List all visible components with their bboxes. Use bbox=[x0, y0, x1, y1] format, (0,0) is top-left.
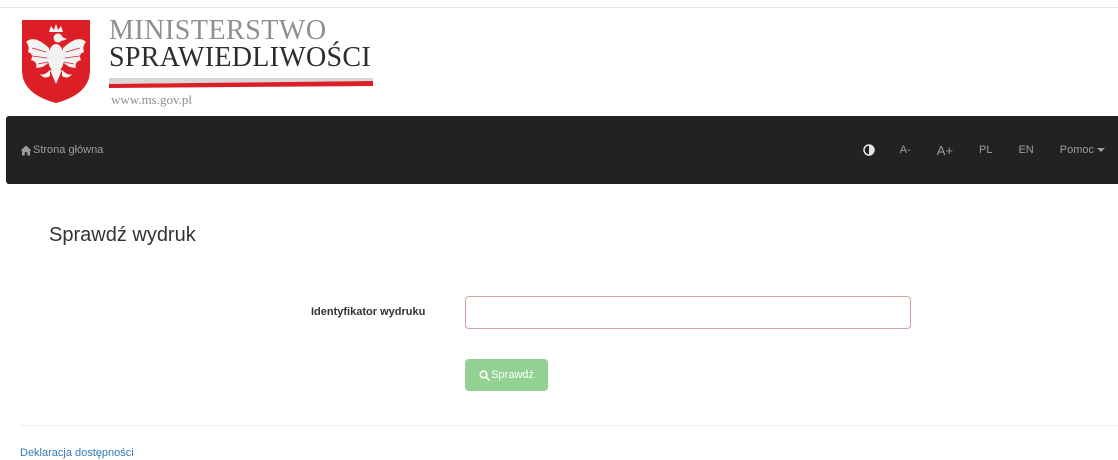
check-button[interactable]: Sprawdź bbox=[465, 359, 548, 391]
page: MINISTERSTWO SPRAWIEDLIWOŚCI www.ms.gov.… bbox=[0, 0, 1118, 460]
logo-url: www.ms.gov.pl bbox=[111, 92, 193, 107]
lang-en-button[interactable]: EN bbox=[1005, 116, 1046, 184]
ministry-logo[interactable]: MINISTERSTWO SPRAWIEDLIWOŚCI www.ms.gov.… bbox=[20, 14, 400, 110]
page-title: Sprawdź wydruk bbox=[49, 224, 196, 246]
font-larger-button[interactable]: A+ bbox=[924, 116, 966, 184]
top-divider bbox=[0, 7, 1118, 8]
flag-stripe-decoration bbox=[109, 78, 373, 88]
caret-down-icon bbox=[1097, 148, 1105, 152]
accessibility-declaration-link[interactable]: Deklaracja dostępności bbox=[20, 447, 134, 459]
nav-home-label: Strona główna bbox=[33, 144, 104, 156]
font-smaller-button[interactable]: A- bbox=[887, 116, 924, 184]
help-dropdown-label: Pomoc bbox=[1059, 144, 1094, 156]
help-dropdown[interactable]: Pomoc bbox=[1047, 116, 1118, 184]
main-navbar: Strona główna A- A+ PL EN Pomoc bbox=[6, 116, 1118, 184]
home-icon bbox=[20, 145, 32, 155]
nav-home-link[interactable]: Strona główna bbox=[20, 116, 103, 184]
print-id-label: Identyfikator wydruku bbox=[311, 306, 426, 318]
polish-eagle-crest-icon bbox=[22, 20, 90, 103]
print-id-input[interactable] bbox=[465, 296, 911, 329]
logo-title-line2: SPRAWIEDLIWOŚCI bbox=[109, 42, 372, 73]
check-button-label: Sprawdź bbox=[491, 369, 534, 381]
contrast-icon bbox=[862, 144, 875, 156]
footer-divider bbox=[20, 425, 1118, 426]
navbar-right-menu: A- A+ PL EN Pomoc bbox=[850, 116, 1118, 184]
search-icon bbox=[479, 369, 490, 381]
lang-pl-button[interactable]: PL bbox=[966, 116, 1005, 184]
contrast-toggle-button[interactable] bbox=[850, 116, 887, 184]
